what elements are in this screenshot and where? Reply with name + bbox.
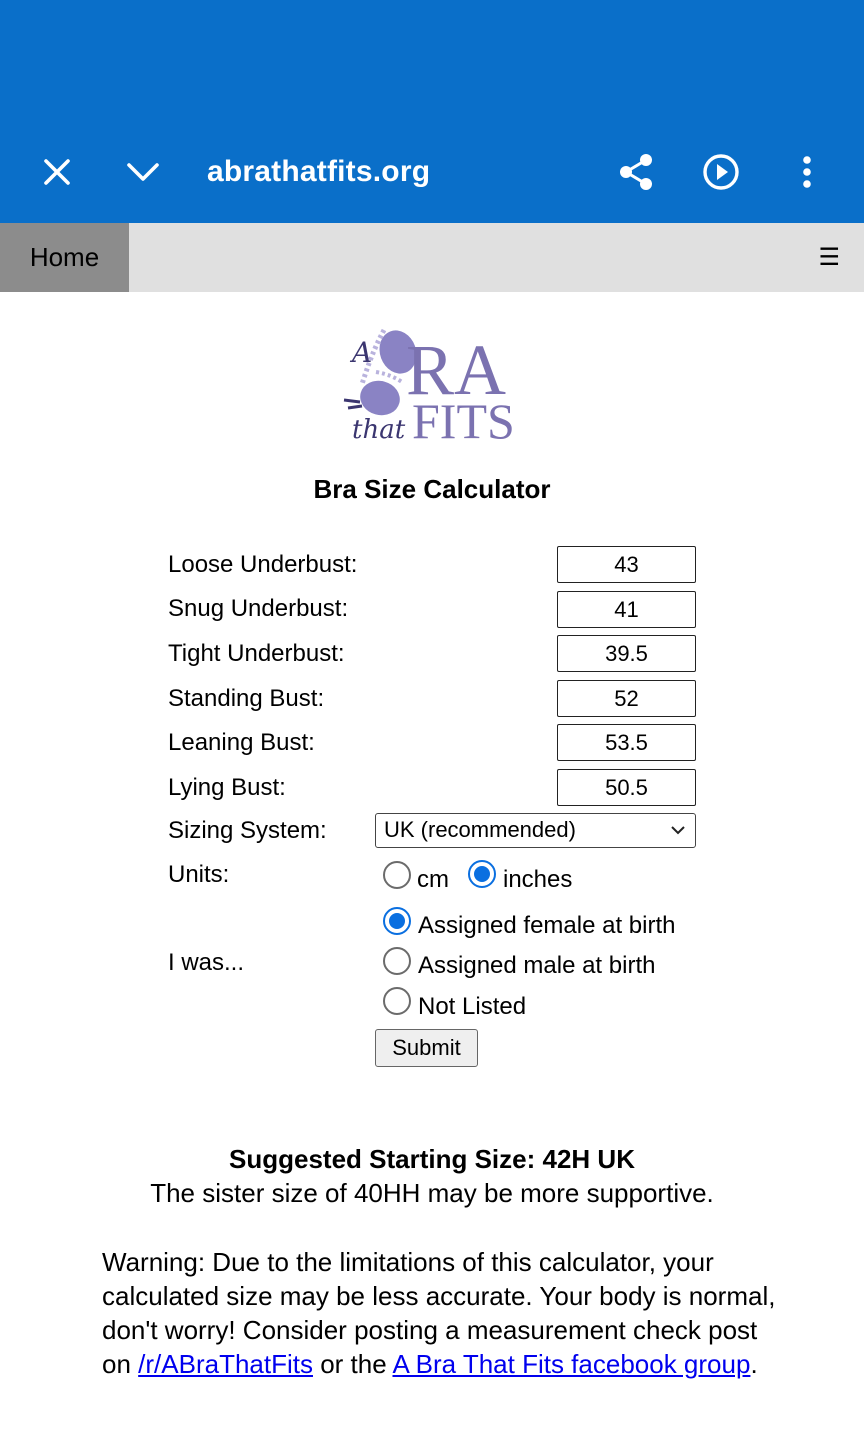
submit-button[interactable]: Submit xyxy=(375,1029,478,1067)
reddit-link[interactable]: /r/ABraThatFits xyxy=(138,1349,313,1379)
loose-underbust-input[interactable] xyxy=(557,546,696,583)
warning-text-part3: . xyxy=(750,1349,758,1379)
logo-letter-a: A xyxy=(349,336,372,369)
facebook-group-link[interactable]: A Bra That Fits facebook group xyxy=(392,1349,750,1379)
sizing-system-select[interactable]: UK (recommended) xyxy=(375,813,696,848)
tight-underbust-label: Tight Underbust: xyxy=(168,640,345,667)
lying-bust-input[interactable] xyxy=(557,769,696,806)
units-inches-label: inches xyxy=(503,866,573,893)
loose-underbust-label: Loose Underbust: xyxy=(168,551,358,578)
browser-toolbar: abrathatfits.org xyxy=(0,0,864,223)
standing-bust-label: Standing Bust: xyxy=(168,685,325,712)
units-inches-radio[interactable] xyxy=(468,860,496,888)
standing-bust-input[interactable] xyxy=(557,680,696,717)
snug-underbust-label: Snug Underbust: xyxy=(168,595,349,622)
gender-female-label: Assigned female at birth xyxy=(418,912,676,939)
url-display[interactable]: abrathatfits.org xyxy=(207,150,430,194)
units-cm-radio[interactable] xyxy=(383,861,411,889)
lying-bust-label: Lying Bust: xyxy=(168,774,286,801)
result-sister-size: The sister size of 40HH may be more supp… xyxy=(150,1178,714,1208)
leaning-bust-label: Leaning Bust: xyxy=(168,729,315,756)
logo-that: that xyxy=(352,415,406,445)
warning-text: Warning: Due to the limitations of this … xyxy=(102,1245,792,1381)
nav-home-link[interactable]: Home xyxy=(0,223,129,292)
units-label: Units: xyxy=(168,861,230,888)
units-cm-label: cm xyxy=(417,866,449,893)
gender-male-label: Assigned male at birth xyxy=(418,952,656,979)
sizing-system-label: Sizing System: xyxy=(168,817,327,844)
gender-label: I was... xyxy=(168,949,245,976)
gender-female-radio[interactable] xyxy=(383,907,411,935)
gender-male-radio[interactable] xyxy=(383,947,411,975)
chevron-down-icon xyxy=(671,826,685,835)
close-icon[interactable] xyxy=(33,148,81,196)
site-navbar: Home ☰ xyxy=(0,223,864,292)
site-logo: A RA that FITS xyxy=(343,328,515,447)
hamburger-menu-icon[interactable]: ☰ xyxy=(818,223,840,292)
play-circle-icon[interactable] xyxy=(697,148,745,196)
snug-underbust-input[interactable] xyxy=(557,591,696,628)
warning-text-part2: or the xyxy=(312,1349,393,1379)
sizing-system-value: UK (recommended) xyxy=(384,817,576,842)
chevron-down-icon[interactable] xyxy=(119,148,167,196)
calculator-title: Bra Size Calculator xyxy=(313,474,551,504)
logo-fits: FITS xyxy=(412,393,515,447)
gender-not-listed-radio[interactable] xyxy=(383,987,411,1015)
share-icon[interactable] xyxy=(612,148,660,196)
more-vert-icon[interactable] xyxy=(783,148,831,196)
result-title: Suggested Starting Size: 42H UK xyxy=(229,1144,635,1174)
leaning-bust-input[interactable] xyxy=(557,724,696,761)
gender-not-listed-label: Not Listed xyxy=(418,993,527,1020)
tight-underbust-input[interactable] xyxy=(557,635,696,672)
